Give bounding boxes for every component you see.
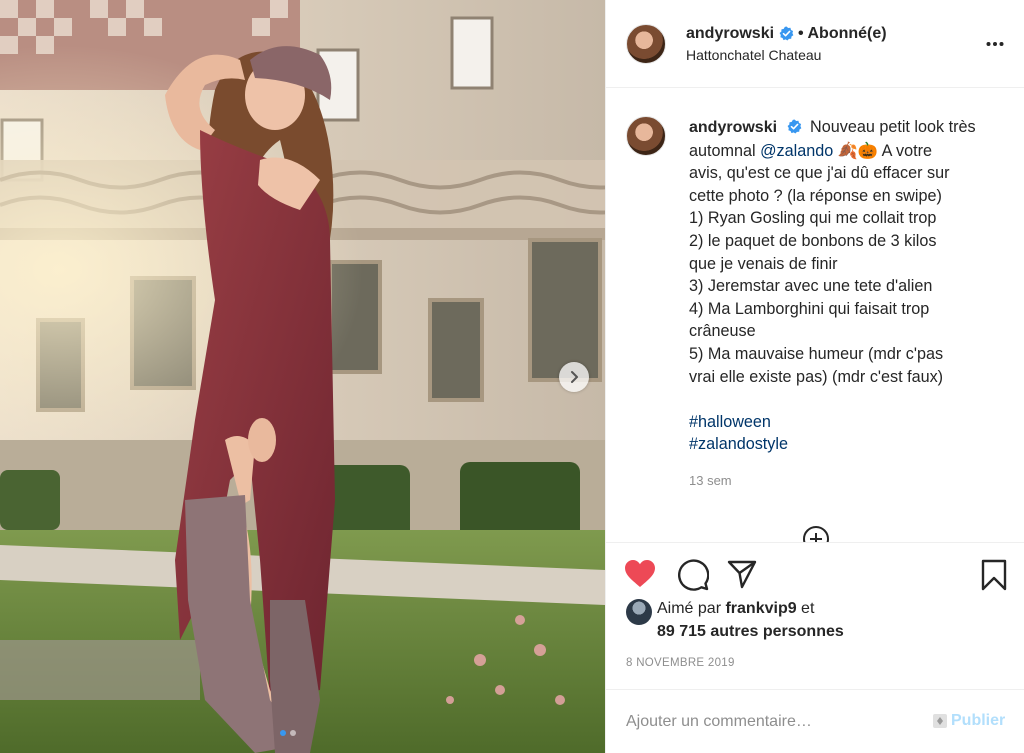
caption-line-part: 🍂🎃 A votre xyxy=(833,141,933,160)
liker-avatar[interactable] xyxy=(626,599,652,625)
caption-line: Nouveau petit look très xyxy=(810,118,976,136)
hashtag-link[interactable]: #zalandostyle xyxy=(689,433,999,456)
post-location[interactable]: Hattonchatel Chateau xyxy=(686,47,887,63)
follow-status[interactable]: • Abonné(e) xyxy=(798,25,887,43)
more-horizontal-icon[interactable] xyxy=(985,34,1005,54)
photo-scene xyxy=(0,0,605,753)
caption-line: 5) Ma mauvaise humeur (mdr c'pas xyxy=(689,344,944,363)
caption-first-line: andyrowski Nouveau petit look très xyxy=(689,118,976,136)
chevron-right-icon xyxy=(571,371,578,383)
likes-count-link[interactable]: 89 715 autres personnes xyxy=(657,623,844,640)
caption-line: avis, qu'est ce que j'ai dû effacer sur xyxy=(689,164,950,183)
caption-line-mention: automnal @zalando 🍂🎃 A votre xyxy=(689,140,999,163)
author-avatar[interactable] xyxy=(626,23,666,64)
heart-filled-icon[interactable] xyxy=(624,559,656,589)
caption-line: 2) le paquet de bonbons de 3 kilos xyxy=(689,231,937,250)
post-header: andyrowski • Abonné(e) Hattonchatel Chat… xyxy=(606,0,1024,88)
caption-line: 3) Jeremstar avec une tete d'alien xyxy=(689,277,933,296)
carousel-dot-1 xyxy=(280,730,286,736)
caption-line: 4) Ma Lamborghini qui faisait trop xyxy=(689,299,930,318)
verified-badge-icon xyxy=(787,119,801,134)
verified-badge-icon xyxy=(779,26,794,41)
caption-line: que je venais de finir xyxy=(689,254,838,273)
caption-author-avatar[interactable] xyxy=(626,116,666,156)
author-line: andyrowski • Abonné(e) xyxy=(686,25,887,43)
publish-button[interactable]: Publier xyxy=(951,712,1005,730)
load-more-comments-icon[interactable] xyxy=(801,524,831,542)
post-actions xyxy=(606,542,1024,604)
caption-line: cette photo ? (la réponse en swipe) xyxy=(689,186,942,205)
post-details-panel: andyrowski • Abonné(e) Hattonchatel Chat… xyxy=(605,0,1024,753)
comment-bar: Publier xyxy=(606,689,1024,753)
author-username[interactable]: andyrowski xyxy=(686,25,774,43)
caption-line: 1) Ryan Gosling qui me collait trop xyxy=(689,209,937,228)
caption-area: andyrowski Nouveau petit look très autom… xyxy=(606,88,1024,542)
bookmark-icon[interactable] xyxy=(981,559,1007,591)
author-info: andyrowski • Abonné(e) Hattonchatel Chat… xyxy=(686,25,887,63)
comment-icon[interactable] xyxy=(677,559,709,591)
likes-conj: et xyxy=(796,600,815,617)
post-photo[interactable] xyxy=(0,0,605,753)
caption-username[interactable]: andyrowski xyxy=(689,119,777,136)
caption-line: vrai elle existe pas) (mdr c'est faux) xyxy=(689,367,944,386)
caption-line-part: automnal xyxy=(689,141,761,160)
post-date[interactable]: 8 NOVEMBRE 2019 xyxy=(626,657,735,669)
caption-comment: andyrowski Nouveau petit look très autom… xyxy=(626,116,1016,493)
mention-link[interactable]: @zalando xyxy=(760,142,833,160)
comment-input[interactable] xyxy=(626,710,926,734)
carousel-next-button[interactable] xyxy=(559,362,589,392)
send-icon[interactable] xyxy=(727,559,757,589)
spinner-icon xyxy=(933,714,947,728)
caption-text: andyrowski Nouveau petit look très autom… xyxy=(689,116,999,493)
likes-text: Aimé par frankvip9 et 89 715 autres pers… xyxy=(657,597,844,643)
liker-username[interactable]: frankvip9 xyxy=(725,600,796,617)
caption-line: crâneuse xyxy=(689,322,756,341)
carousel-dot-2 xyxy=(290,730,296,736)
caption-time-ago[interactable]: 13 sem xyxy=(689,470,999,493)
hashtag-link[interactable]: #halloween xyxy=(689,411,999,434)
carousel-indicator xyxy=(280,730,296,736)
likes-summary: Aimé par frankvip9 et 89 715 autres pers… xyxy=(626,597,844,643)
likes-prefix: Aimé par xyxy=(657,600,726,617)
